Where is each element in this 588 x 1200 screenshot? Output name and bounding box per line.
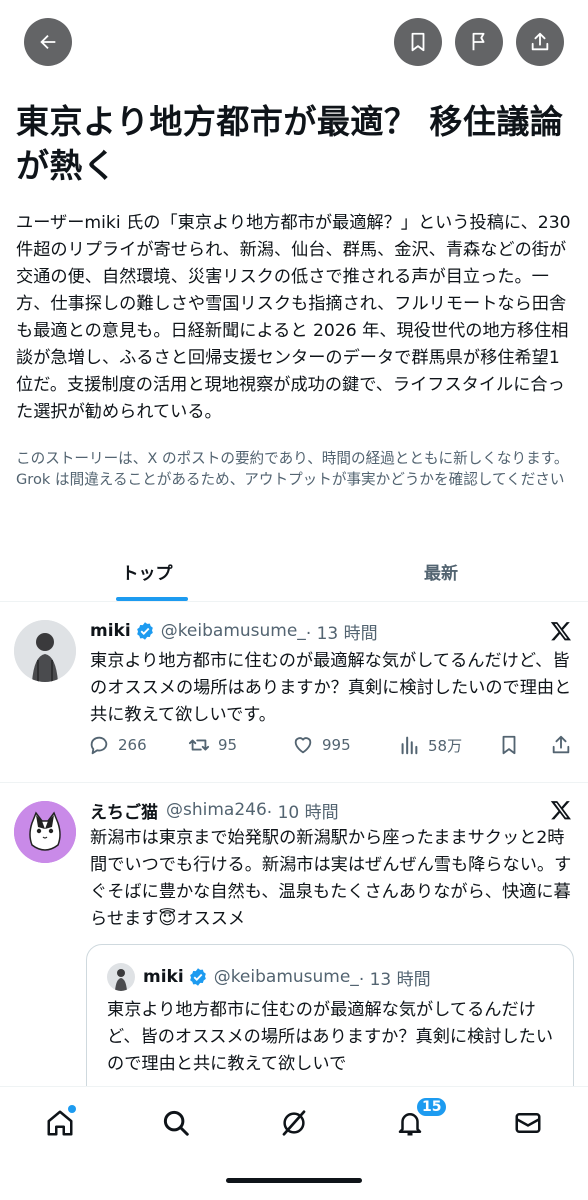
tab-bar: トップ 最新: [0, 540, 588, 602]
repost-button[interactable]: 95: [188, 734, 237, 756]
quote-header: miki @keibamusume_ · 13 時間: [107, 963, 431, 991]
bookmark-button[interactable]: [394, 18, 442, 66]
author-name[interactable]: えちご猫: [90, 798, 158, 823]
verified-icon: [189, 968, 206, 986]
like-button[interactable]: 995: [292, 734, 351, 756]
notification-badge: 15: [415, 1096, 449, 1118]
share-icon: [531, 32, 549, 51]
bookmark-icon: [502, 735, 516, 755]
post-time[interactable]: · 13 時間: [306, 619, 378, 644]
like-count: 995: [322, 736, 351, 754]
home-indicator: [226, 1178, 362, 1183]
avatar-photo: [14, 620, 76, 682]
quote-author-handle: @keibamusume_: [213, 967, 359, 987]
quote-text: 東京より地方都市に住むのが最適解な気がしてるんだけど、皆のオススメの場所はありま…: [107, 1000, 554, 1074]
home-unread-dot: [68, 1105, 76, 1113]
views-icon: [401, 736, 418, 755]
like-icon: [294, 737, 312, 754]
avatar: [107, 963, 135, 991]
tab-active-indicator: [116, 597, 188, 601]
verified-icon: [136, 622, 153, 640]
grok-icon: [282, 1110, 306, 1136]
story-disclaimer: このストーリーは、X のポストの要約であり、時間の経過とともに新しくなります。G…: [16, 450, 569, 488]
bookmark-post-button[interactable]: [498, 734, 528, 756]
reply-button[interactable]: 266: [88, 734, 147, 756]
tab-latest-label: 最新: [424, 563, 458, 584]
share-button[interactable]: [516, 18, 564, 66]
quote-time: · 13 時間: [358, 969, 431, 990]
views-count: 58万: [428, 736, 463, 755]
views-button[interactable]: 58万: [398, 734, 462, 756]
mail-icon: [515, 1113, 541, 1133]
post-actions: 266 95 995 58万: [88, 734, 578, 764]
post-text: 新潟市は東京まで始発駅の新潟駅から座ったままサクッと2時間でいつでも行ける。新潟…: [90, 828, 572, 929]
repost-count: 95: [218, 736, 238, 754]
reply-icon: [90, 736, 108, 755]
avatar[interactable]: [14, 620, 76, 682]
report-button[interactable]: [455, 18, 503, 66]
reply-count: 266: [118, 736, 147, 754]
tab-top[interactable]: トップ: [0, 540, 294, 602]
cat-avatar: [14, 801, 76, 863]
bookmark-icon: [411, 32, 425, 52]
share-icon: [552, 735, 570, 754]
story-summary: ユーザーmiki 氏の「東京より地方都市が最適解？」という投稿に、230 件超の…: [16, 213, 571, 422]
share-post-button[interactable]: [550, 734, 580, 756]
search-icon: [163, 1110, 189, 1136]
back-button[interactable]: [24, 18, 72, 66]
quoted-post[interactable]: miki @keibamusume_ · 13 時間 東京より地方都市に住むのが…: [86, 944, 574, 1104]
back-arrow-icon: [40, 34, 56, 50]
nav-search[interactable]: [158, 1105, 194, 1141]
x-logo-icon: [550, 622, 571, 641]
x-logo-icon: [550, 801, 571, 820]
nav-messages[interactable]: [510, 1105, 546, 1141]
nav-grok[interactable]: [276, 1105, 312, 1141]
quote-author-name: miki: [143, 967, 184, 987]
story-headline: 東京より地方都市が最適？ 移住議論が熱く: [16, 102, 564, 185]
tab-top-label: トップ: [121, 563, 173, 584]
repost-icon: [188, 739, 210, 751]
top-bar: [0, 18, 588, 66]
flag-icon: [472, 32, 485, 51]
post-time[interactable]: · 10 時間: [267, 798, 339, 823]
post-header: miki @keibamusume_ · 13 時間: [90, 618, 378, 644]
post-header: えちご猫 @shima246 · 10 時間: [90, 797, 339, 823]
tab-latest[interactable]: 最新: [294, 540, 588, 602]
author-handle[interactable]: @keibamusume_: [161, 621, 306, 641]
avatar[interactable]: [14, 801, 76, 863]
author-handle[interactable]: @shima246: [166, 800, 267, 820]
author-name[interactable]: miki: [90, 621, 131, 641]
post-item[interactable]: miki @keibamusume_ · 13 時間 東京より地方都市に住むのが…: [0, 602, 588, 782]
post-text: 東京より地方都市に住むのが最適解な気がしてるんだけど、皆のオススメの場所はありま…: [90, 651, 572, 725]
